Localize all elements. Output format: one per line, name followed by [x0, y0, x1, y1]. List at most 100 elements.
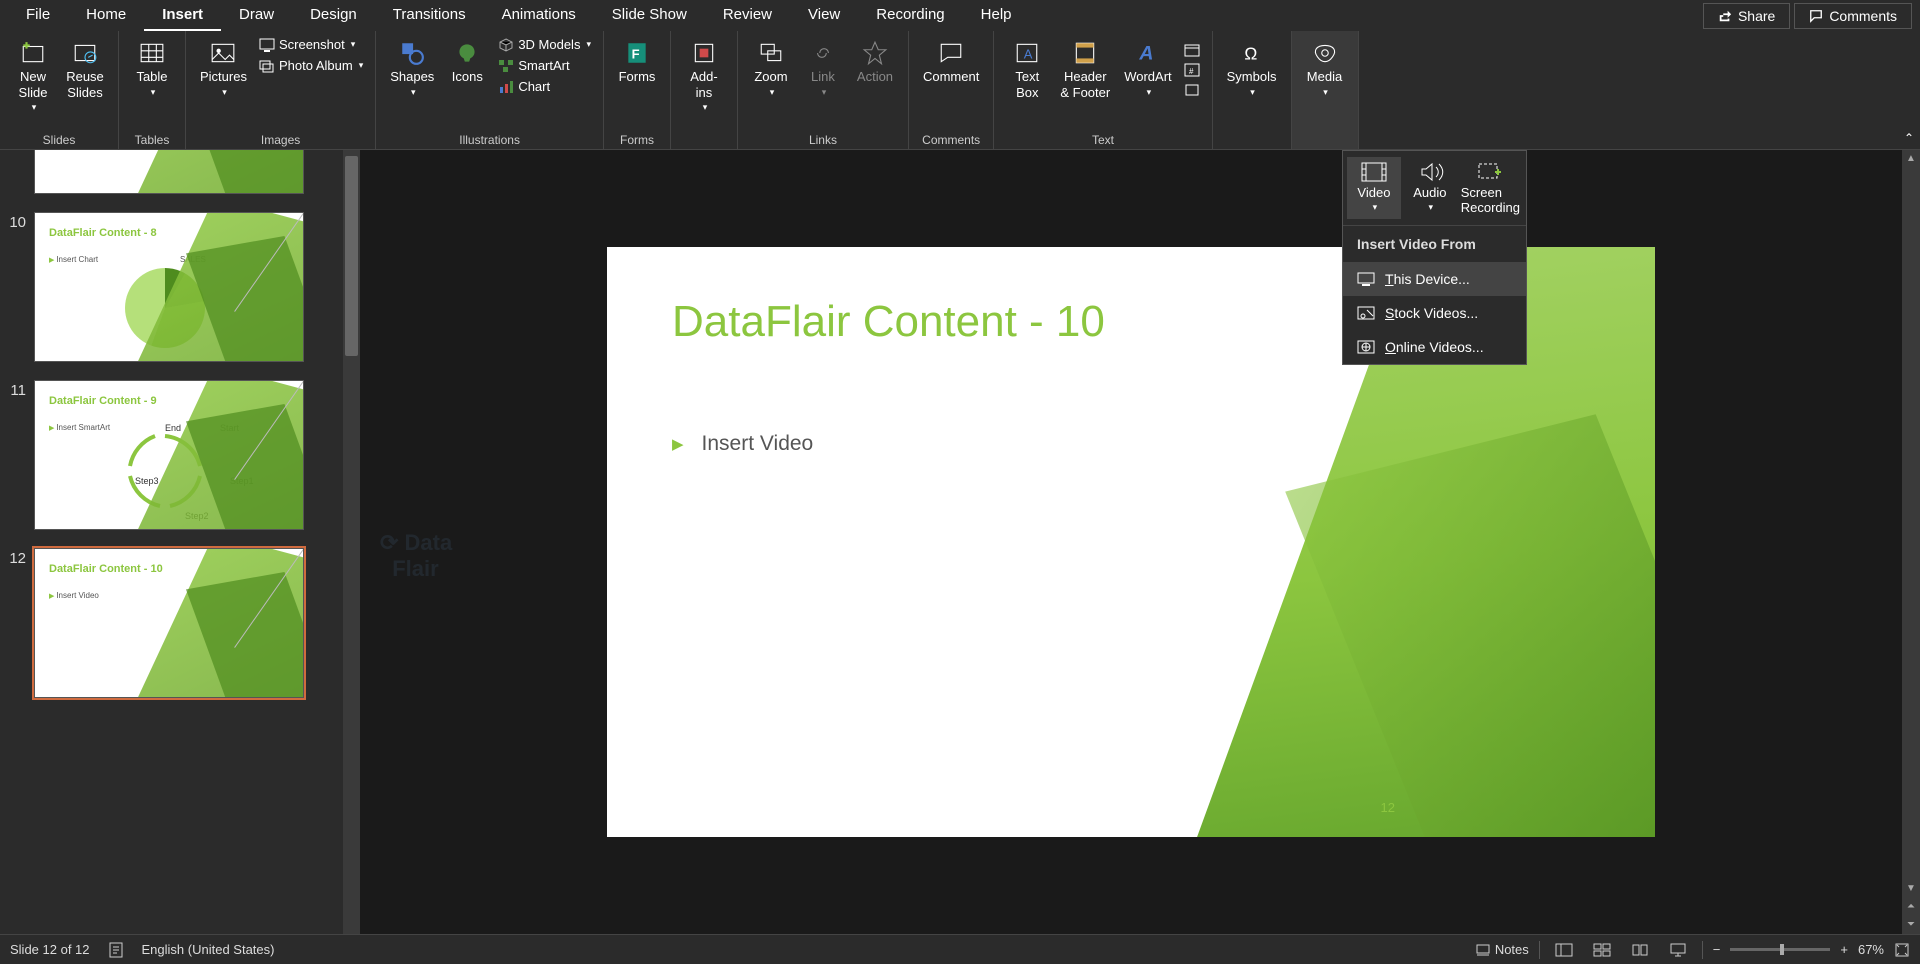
slide-title[interactable]: DataFlair Content - 10: [672, 297, 1105, 347]
prev-slide-button[interactable]: ⏶: [1902, 898, 1920, 916]
scroll-down-button[interactable]: ▼: [1902, 880, 1920, 898]
video-icon: [1360, 161, 1388, 183]
slide-thumb-10[interactable]: DataFlair Content - 8 Insert Chart SALES: [34, 212, 304, 362]
zoom-button[interactable]: Zoom▾: [746, 35, 796, 101]
tab-home[interactable]: Home: [68, 0, 144, 32]
accessibility-icon[interactable]: [108, 942, 124, 958]
collapse-ribbon-button[interactable]: ⌃: [1904, 131, 1914, 145]
wordart-button[interactable]: A WordArt▾: [1118, 35, 1177, 101]
tab-view[interactable]: View: [790, 0, 858, 32]
sorter-view-button[interactable]: [1588, 939, 1616, 961]
vertical-scrollbar[interactable]: ▲ ▼ ⏶ ⏷: [1902, 150, 1920, 934]
fit-window-button[interactable]: [1894, 942, 1910, 958]
reading-view-button[interactable]: [1626, 939, 1654, 961]
group-slides-label: Slides: [8, 131, 110, 147]
normal-view-button[interactable]: [1550, 939, 1578, 961]
comment-button[interactable]: Comment: [917, 35, 985, 89]
scroll-up-button[interactable]: ▲: [1902, 150, 1920, 168]
smartart-button[interactable]: SmartArt: [494, 56, 595, 75]
slide-number-button[interactable]: #: [1180, 61, 1204, 79]
pictures-button[interactable]: Pictures▾: [194, 35, 253, 101]
tab-animations[interactable]: Animations: [484, 0, 594, 32]
tab-design[interactable]: Design: [292, 0, 375, 32]
screenshot-button[interactable]: Screenshot▾: [255, 35, 367, 54]
new-slide-button[interactable]: New Slide▾: [8, 35, 58, 117]
header-footer-icon: [1072, 40, 1098, 66]
shapes-button[interactable]: Shapes▾: [384, 35, 440, 101]
slide-number-11: 11: [4, 380, 34, 399]
object-button[interactable]: [1180, 81, 1204, 99]
pictures-icon: [210, 40, 236, 66]
tab-draw[interactable]: Draw: [221, 0, 292, 32]
audio-dropdown-button[interactable]: Audio▾: [1403, 157, 1457, 219]
table-button[interactable]: Table▾: [127, 35, 177, 101]
cube-icon: [498, 38, 514, 52]
language-label[interactable]: English (United States): [142, 942, 275, 957]
video-dropdown-button[interactable]: Video▾: [1347, 157, 1401, 219]
zoom-label: Zoom: [754, 69, 787, 85]
slide-bullet[interactable]: Insert Video: [672, 432, 813, 456]
tab-review[interactable]: Review: [705, 0, 790, 32]
zoom-in-button[interactable]: +: [1840, 942, 1848, 957]
photo-album-button[interactable]: Photo Album▾: [255, 56, 367, 75]
comments-button[interactable]: Comments: [1794, 3, 1912, 29]
icons-button[interactable]: Icons: [442, 35, 492, 89]
link-button[interactable]: Link▾: [798, 35, 848, 101]
screen-recording-label: Screen Recording: [1461, 185, 1520, 215]
tab-help[interactable]: Help: [963, 0, 1030, 32]
date-time-button[interactable]: [1180, 41, 1204, 59]
this-device-item[interactable]: This Device...: [1343, 262, 1526, 296]
chart-button[interactable]: Chart: [494, 77, 595, 96]
screenshot-icon: [259, 38, 275, 52]
slides-panel: 10 DataFlair Content - 8 Insert Chart SA…: [0, 150, 360, 934]
symbols-label: Symbols: [1227, 69, 1277, 85]
slideshow-view-button[interactable]: [1664, 939, 1692, 961]
panel-scrollbar[interactable]: [343, 150, 360, 934]
zoom-out-button[interactable]: −: [1713, 942, 1721, 957]
stock-videos-label: Stock Videos...: [1385, 305, 1478, 321]
photo-album-icon: [259, 59, 275, 73]
slide-number-12: 12: [4, 548, 34, 567]
status-bar: Slide 12 of 12 English (United States) N…: [0, 934, 1920, 964]
zoom-level-label[interactable]: 67%: [1858, 942, 1884, 957]
header-footer-button[interactable]: Header & Footer: [1054, 35, 1116, 104]
this-device-label: This Device...: [1385, 271, 1470, 287]
pictures-label: Pictures: [200, 69, 247, 85]
ribbon: New Slide▾ Reuse Slides Slides Table▾ Ta…: [0, 31, 1920, 150]
slides-list[interactable]: 10 DataFlair Content - 8 Insert Chart SA…: [0, 150, 343, 934]
next-slide-button[interactable]: ⏷: [1902, 916, 1920, 934]
comment-icon: [1809, 9, 1823, 23]
slide-thumb-9[interactable]: [34, 150, 304, 194]
media-menu-header: Insert Video From: [1343, 226, 1526, 262]
group-addins-label: [679, 131, 729, 147]
tab-file[interactable]: File: [8, 0, 68, 32]
slide-thumb-11[interactable]: DataFlair Content - 9 Insert SmartArt St…: [34, 380, 304, 530]
notes-button[interactable]: Notes: [1475, 942, 1529, 957]
media-icon: [1312, 40, 1338, 66]
media-button[interactable]: Media▾: [1300, 35, 1350, 101]
addins-button[interactable]: Add- ins▾: [679, 35, 729, 117]
action-button[interactable]: Action: [850, 35, 900, 89]
tab-insert[interactable]: Insert: [144, 0, 221, 32]
tab-transitions[interactable]: Transitions: [375, 0, 484, 32]
comment-ribbon-icon: [938, 40, 964, 66]
forms-button[interactable]: F Forms: [612, 35, 662, 89]
text-box-button[interactable]: A Text Box: [1002, 35, 1052, 104]
3d-models-button[interactable]: 3D Models▾: [494, 35, 595, 54]
tab-recording[interactable]: Recording: [858, 0, 962, 32]
addins-label: Add- ins: [690, 69, 717, 100]
audio-label: Audio: [1413, 185, 1446, 200]
datetime-icon: [1184, 43, 1200, 57]
3d-models-label: 3D Models: [518, 37, 580, 52]
zoom-slider[interactable]: [1730, 948, 1830, 951]
reuse-slides-button[interactable]: Reuse Slides: [60, 35, 110, 104]
stock-videos-item[interactable]: Stock Videos...: [1343, 296, 1526, 330]
slide-number-10: 10: [4, 212, 34, 231]
share-button[interactable]: Share: [1703, 3, 1790, 29]
symbols-button[interactable]: Ω Symbols▾: [1221, 35, 1283, 101]
screen-recording-button[interactable]: Screen Recording: [1459, 157, 1522, 219]
online-videos-item[interactable]: Online Videos...: [1343, 330, 1526, 364]
scrollbar-thumb[interactable]: [345, 156, 358, 356]
slide-thumb-12[interactable]: DataFlair Content - 10 Insert Video: [34, 548, 304, 698]
tab-slideshow[interactable]: Slide Show: [594, 0, 705, 32]
